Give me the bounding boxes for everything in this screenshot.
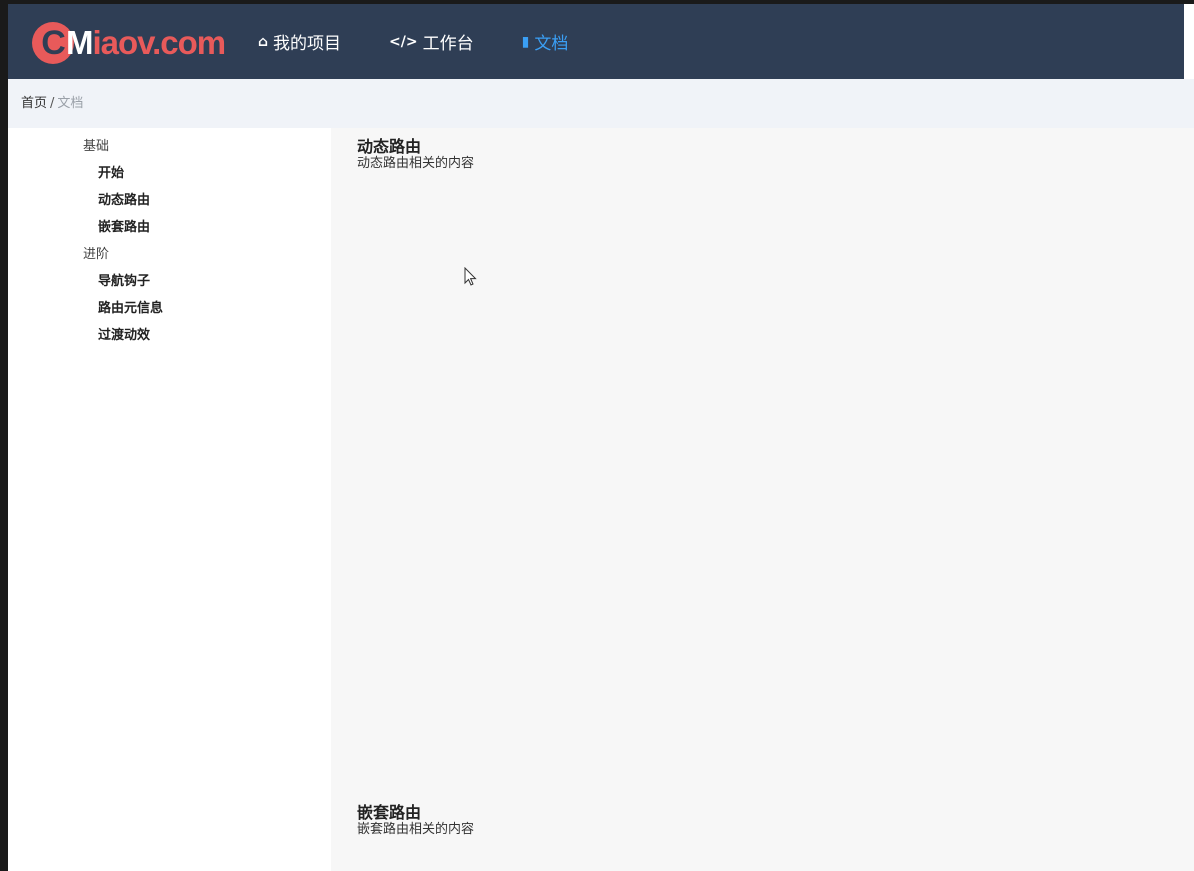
breadcrumb-separator: / (50, 96, 55, 111)
breadcrumb: 首页 / 文档 (8, 79, 1194, 128)
sidebar-item-transitions[interactable]: 过渡动效 (98, 322, 331, 349)
sidebar-item-nested-routing[interactable]: 嵌套路由 (98, 214, 331, 241)
page-edge (1184, 4, 1194, 79)
section-title: 嵌套路由 (357, 803, 422, 822)
docs-sidebar: 基础 开始 动态路由 嵌套路由 进阶 导航钩子 路由元信息 过渡动效 (8, 128, 331, 871)
section-nested-routing: 嵌套路由 嵌套路由相关的内容 (357, 804, 474, 838)
sidebar-item-navigation-hooks[interactable]: 导航钩子 (98, 268, 331, 295)
docs-content: 动态路由 动态路由相关的内容 嵌套路由 嵌套路由相关的内容 (331, 128, 1194, 871)
site-logo[interactable]: C M iaov.com (32, 22, 227, 64)
sidebar-item-start[interactable]: 开始 (98, 160, 331, 187)
nav-item-label: 文档 (534, 34, 569, 54)
nav-item-my-projects[interactable]: ⌂ 我的项目 (258, 29, 342, 55)
logo-letter-m: M (66, 24, 93, 61)
home-icon: ⌂ (258, 33, 269, 50)
mouse-cursor-icon (464, 267, 477, 286)
section-description: 嵌套路由相关的内容 (357, 822, 475, 837)
top-navbar: C M iaov.com ⌂ 我的项目 </> 工作台 ▮ 文档 (8, 4, 1184, 79)
sidebar-group-advanced: 进阶 (83, 247, 110, 262)
nav-item-label: 我的项目 (273, 34, 342, 54)
breadcrumb-current: 文档 (57, 96, 84, 111)
book-icon: ▮ (521, 33, 530, 50)
section-description: 动态路由相关的内容 (357, 156, 475, 171)
sidebar-item-dynamic-routing[interactable]: 动态路由 (98, 187, 331, 214)
code-icon: </> (389, 33, 418, 50)
logo-text: iaov.com (92, 24, 227, 61)
sidebar-item-route-meta[interactable]: 路由元信息 (98, 295, 331, 322)
section-dynamic-routing: 动态路由 动态路由相关的内容 (357, 138, 474, 172)
browser-viewport: C M iaov.com ⌂ 我的项目 </> 工作台 ▮ 文档 首页 / 文档 基… (8, 4, 1194, 871)
nav-item-docs[interactable]: ▮ 文档 (521, 29, 569, 55)
main-nav: ⌂ 我的项目 </> 工作台 ▮ 文档 (258, 4, 616, 79)
sidebar-group-basics: 基础 (83, 139, 110, 154)
nav-item-workbench[interactable]: </> 工作台 (389, 29, 474, 55)
nav-item-label: 工作台 (422, 34, 474, 54)
section-title: 动态路由 (357, 137, 422, 156)
breadcrumb-home-link[interactable]: 首页 (21, 96, 47, 111)
